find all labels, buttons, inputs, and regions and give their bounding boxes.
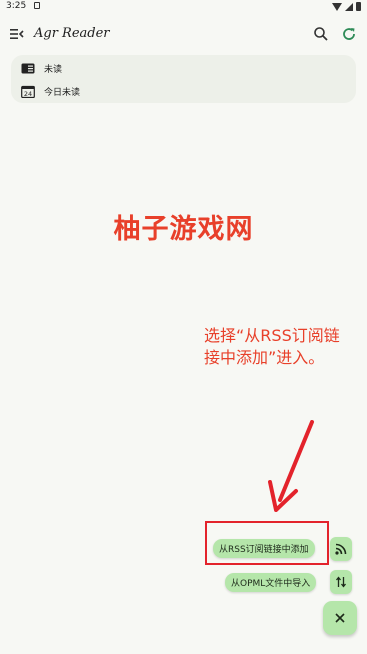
filter-today-unread[interactable]: 24 今日未读 <box>21 81 80 101</box>
app-title: Agr Reader <box>34 26 110 41</box>
menu-icon[interactable] <box>10 28 24 40</box>
annotation-text: 选择“从RSS订阅链接中添加”进入。 <box>204 326 340 367</box>
close-fab-button[interactable] <box>323 601 357 635</box>
close-icon <box>335 613 345 623</box>
rss-icon <box>335 543 347 555</box>
refresh-icon[interactable] <box>341 26 357 42</box>
add-from-rss-button[interactable]: 从RSS订阅链接中添加 <box>213 539 315 558</box>
arrow-icon <box>268 420 314 512</box>
swap-vertical-icon <box>335 576 347 588</box>
filter-today-unread-label: 今日未读 <box>44 87 81 98</box>
status-bar: 3:25 <box>0 0 367 14</box>
search-icon[interactable] <box>313 26 329 42</box>
notification-icon <box>34 2 40 9</box>
rss-fab-button[interactable] <box>330 537 352 561</box>
app-bar: Agr Reader <box>0 20 367 48</box>
status-time: 3:25 <box>6 1 27 11</box>
filter-unread-label: 未读 <box>44 64 63 75</box>
filter-card: 未读 24 今日未读 <box>11 55 356 103</box>
unread-icon <box>21 63 35 73</box>
wifi-icon <box>332 2 342 11</box>
opml-fab-button[interactable] <box>330 570 352 594</box>
calendar-icon: 24 <box>21 85 35 98</box>
watermark-text: 柚子游戏网 <box>113 214 254 245</box>
filter-unread[interactable]: 未读 <box>21 58 62 78</box>
import-opml-button[interactable]: 从OPML文件中导入 <box>225 573 317 592</box>
battery-icon <box>356 2 361 11</box>
calendar-icon-number: 24 <box>24 90 32 98</box>
signal-icon <box>345 2 353 11</box>
status-icons <box>332 2 361 11</box>
